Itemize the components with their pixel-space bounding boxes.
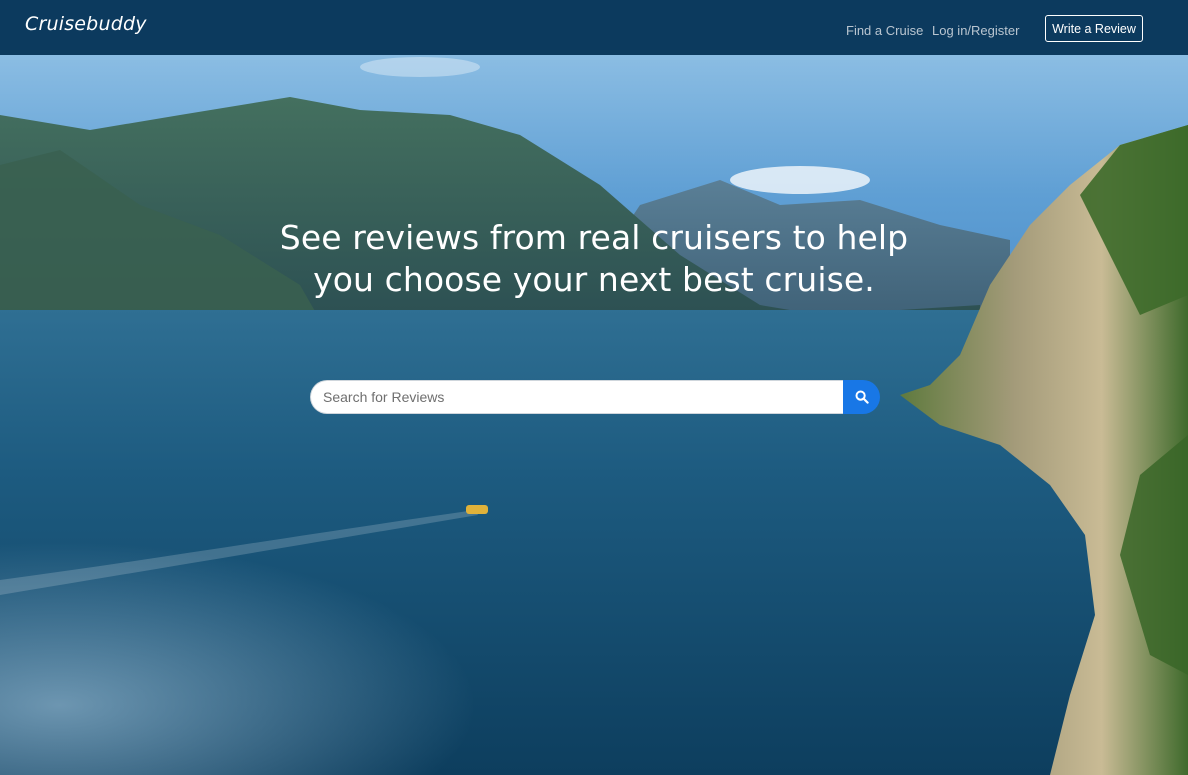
hero-headline: See reviews from real cruisers to help y… xyxy=(0,217,1188,301)
search-button[interactable] xyxy=(843,380,880,414)
hero-section: See reviews from real cruisers to help y… xyxy=(0,55,1188,775)
write-review-button[interactable]: Write a Review xyxy=(1045,15,1143,42)
hero-background-image xyxy=(0,55,1188,775)
nav-link-login-register[interactable]: Log in/Register xyxy=(932,23,1019,38)
page: Cruisebuddy Find a Cruise Log in/Registe… xyxy=(0,0,1188,775)
hero-headline-line-1: See reviews from real cruisers to help xyxy=(279,218,909,257)
nav-link-find-a-cruise[interactable]: Find a Cruise xyxy=(846,23,923,38)
top-navbar: Cruisebuddy Find a Cruise Log in/Registe… xyxy=(0,0,1188,55)
search-icon xyxy=(855,390,869,404)
brand-logo[interactable]: Cruisebuddy xyxy=(25,13,147,35)
search-bar xyxy=(310,380,880,414)
search-input[interactable] xyxy=(310,380,844,414)
hero-headline-line-2: you choose your next best cruise. xyxy=(313,260,875,299)
